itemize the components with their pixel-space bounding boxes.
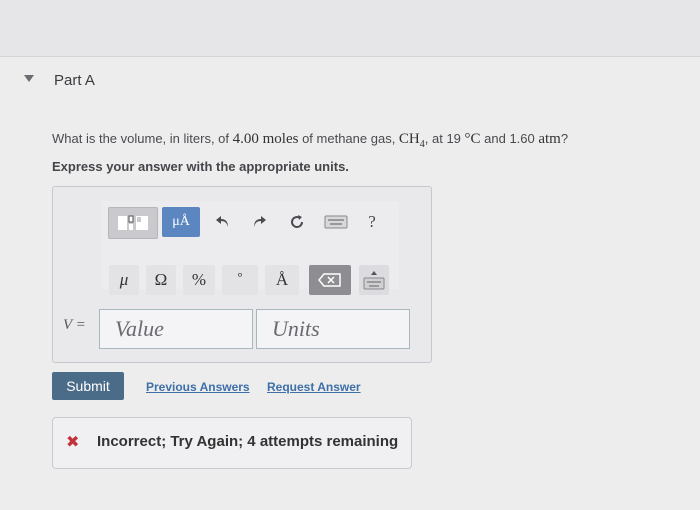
- delete-icon[interactable]: [309, 265, 351, 295]
- part-title[interactable]: Part A: [54, 72, 95, 89]
- answer-box: μÅ ? μ Ω % ° Å V = Value Units: [52, 186, 432, 363]
- feedback-box: ✖ Incorrect; Try Again; 4 attempts remai…: [52, 417, 412, 469]
- formula-base: CH: [398, 131, 420, 147]
- top-section-band: [0, 0, 700, 57]
- variable-label: V =: [63, 317, 86, 333]
- symbol-percent-button[interactable]: %: [183, 265, 215, 295]
- help-icon[interactable]: ?: [359, 209, 385, 235]
- question-text: What is the volume, in liters, of 4.00 m…: [52, 131, 568, 150]
- pressure-unit: atm: [538, 131, 561, 147]
- temp-unit: °C: [464, 131, 481, 147]
- previous-answers-link[interactable]: Previous Answers: [146, 380, 250, 394]
- symbol-degree-button[interactable]: °: [222, 265, 258, 295]
- question-end: ?: [560, 131, 569, 146]
- undo-icon[interactable]: [209, 209, 237, 235]
- collapse-caret-icon[interactable]: [24, 75, 34, 82]
- units-input[interactable]: Units: [256, 309, 410, 349]
- submit-button[interactable]: Submit: [52, 372, 124, 400]
- redo-icon[interactable]: [245, 209, 273, 235]
- math-toolbar: μÅ ? μ Ω % ° Å: [101, 201, 399, 295]
- feedback-text: Incorrect; Try Again; 4 attempts remaini…: [97, 433, 399, 450]
- symbol-ohm-button[interactable]: Ω: [146, 265, 176, 295]
- formula: CH4: [398, 131, 425, 150]
- reset-icon[interactable]: [283, 209, 311, 235]
- units-palette-button[interactable]: μÅ: [162, 207, 200, 237]
- templates-icon: [118, 215, 148, 230]
- keyboard-toggle-icon[interactable]: [359, 265, 389, 295]
- request-answer-link[interactable]: Request Answer: [267, 380, 361, 394]
- error-x-icon: ✖: [66, 432, 80, 451]
- keyboard-icon[interactable]: [321, 212, 351, 232]
- question-amount: 4.00 moles: [232, 131, 299, 147]
- question-at: , at 19: [424, 131, 465, 146]
- value-input[interactable]: Value: [99, 309, 253, 349]
- question-prefix: What is the volume, in liters, of: [52, 131, 233, 146]
- instruction-text: Express your answer with the appropriate…: [52, 159, 349, 174]
- symbol-angstrom-button[interactable]: Å: [265, 265, 299, 295]
- templates-button[interactable]: [108, 207, 158, 239]
- question-mid: of methane gas,: [298, 131, 399, 146]
- symbol-mu-button[interactable]: μ: [109, 265, 139, 295]
- question-and: and 1.60: [480, 131, 539, 146]
